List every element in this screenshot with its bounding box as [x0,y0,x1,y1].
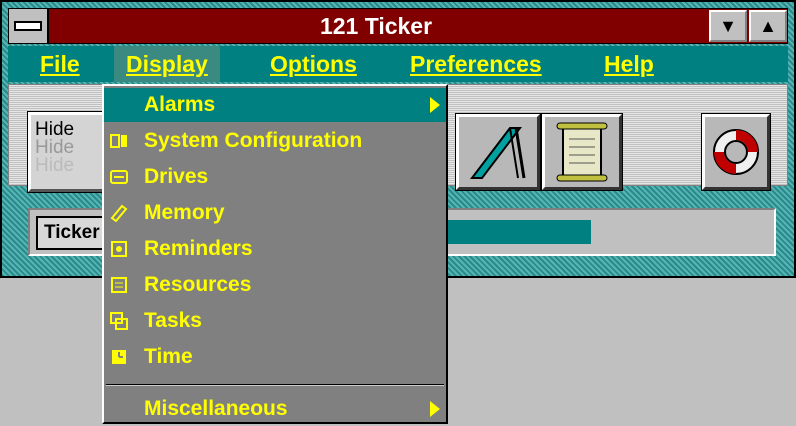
hide-button-faded-label: Hide [35,155,75,176]
time-icon [110,348,128,366]
menu-item-label: Resources [144,273,252,296]
ticker-progress-bar [445,220,591,244]
menu-item-label: Memory [144,201,225,224]
system-menu-icon [14,21,42,31]
menu-item-label: Tasks [144,309,202,332]
arrow-up-icon: ▲ [759,15,777,36]
scroll-icon [556,122,608,182]
menu-item-alarms[interactable]: Alarms [104,88,446,122]
slide-tool-button[interactable] [455,113,541,191]
arrow-down-icon: ▼ [719,15,737,36]
title-bar[interactable]: 121 Ticker ▼ ▲ [8,8,788,44]
menu-item-label: System Configuration [144,129,363,152]
scroll-tool-button[interactable] [541,113,623,191]
life-preserver-icon [713,129,759,175]
menu-item-label: Alarms [144,93,216,116]
menu-item-label: Drives [144,165,209,188]
hide-button[interactable]: Hide Hide Hide [27,111,109,193]
display-menu-dropdown: Alarms System Configuration Drives Memor… [102,84,448,424]
resources-icon [110,276,128,294]
menu-separator [106,384,444,386]
maximize-button[interactable]: ▲ [749,10,787,42]
system-menu-button[interactable] [9,9,49,43]
minimize-button[interactable]: ▼ [709,10,747,42]
tasks-icon [110,312,128,330]
memory-icon [110,204,128,222]
window-title: 121 Ticker [319,12,433,39]
menu-item-reminders[interactable]: Reminders [104,232,446,266]
system-config-icon [110,132,128,150]
menu-item-miscellaneous[interactable]: Miscellaneous [104,392,446,426]
menu-item-memory[interactable]: Memory [104,196,446,230]
menu-options[interactable]: Options [270,46,357,82]
menu-item-tasks[interactable]: Tasks [104,304,446,338]
menu-item-label: Miscellaneous [144,397,288,420]
menu-item-label: Reminders [144,237,253,260]
menu-file[interactable]: File [40,46,80,82]
submenu-arrow-icon [430,401,440,417]
slide-icon [469,127,526,179]
menu-help[interactable]: Help [604,46,654,82]
menu-item-time[interactable]: Time [104,340,446,374]
menu-item-drives[interactable]: Drives [104,160,446,194]
menu-item-resources[interactable]: Resources [104,268,446,302]
drive-icon [110,168,128,186]
menu-bar: File Display Options Preferences Help [8,46,788,82]
reminder-icon [110,240,128,258]
menu-display[interactable]: Display [114,46,220,82]
menu-item-label: Time [144,345,193,368]
menu-preferences[interactable]: Preferences [410,46,542,82]
help-tool-button[interactable] [701,113,771,191]
submenu-arrow-icon [430,97,440,113]
menu-item-system-configuration[interactable]: System Configuration [104,124,446,158]
